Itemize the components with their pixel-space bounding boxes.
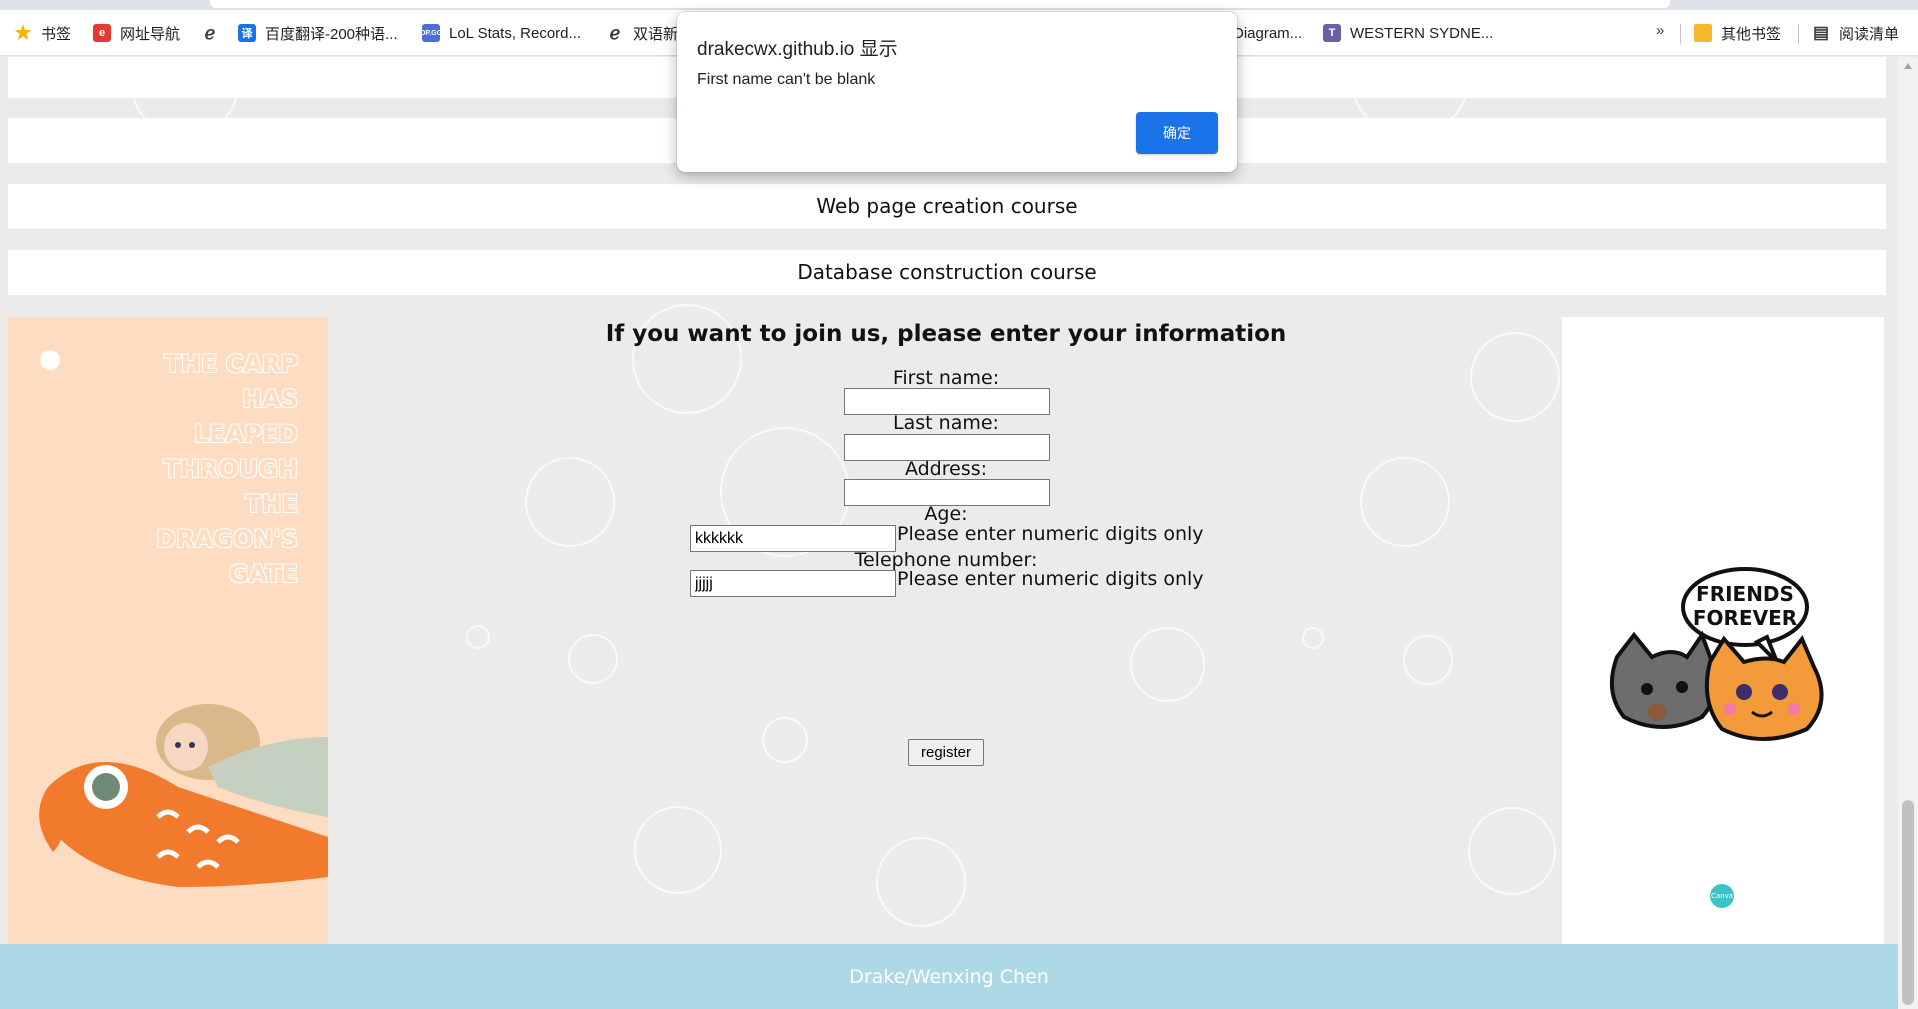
footer-author: Drake/Wenxing Chen	[849, 965, 1049, 988]
address-input[interactable]	[844, 479, 1050, 506]
age-hint: Please enter numeric digits only	[897, 523, 1204, 545]
first-name-label: First name:	[892, 367, 1000, 389]
girl-riding-carp-illustration	[39, 704, 328, 887]
bookmark-item-lol-stats[interactable]: OP.GG LoL Stats, Record...	[420, 22, 581, 44]
vertical-scrollbar[interactable]	[1898, 57, 1918, 1009]
reading-list-icon: ▤	[1812, 23, 1830, 42]
t-icon: T	[1323, 24, 1341, 42]
age-input[interactable]	[690, 525, 896, 552]
register-button[interactable]: register	[908, 739, 984, 766]
translate-icon: 译	[238, 24, 256, 42]
friends-forever-poster: FRIENDS FOREVER Canva	[1562, 317, 1884, 946]
address-bar-edge[interactable]	[210, 0, 1670, 8]
carp-poster-image: THE CARP HAS LEAPED THROUGH THE DRAGON'S…	[8, 317, 328, 946]
telephone-input[interactable]	[690, 570, 896, 597]
bookmark-item-url-nav[interactable]: e 网址导航	[93, 22, 180, 44]
bookmark-item-bilingual[interactable]: ℯ 双语新	[606, 22, 678, 44]
bubble-text: FRIENDS	[1696, 582, 1794, 606]
page-viewport: Web page creation course Database constr…	[0, 57, 1898, 1009]
course-bar-web-page[interactable]: Web page creation course	[8, 184, 1886, 229]
opgg-icon: OP.GG	[420, 24, 442, 42]
form-title: If you want to join us, please enter you…	[605, 321, 1287, 347]
first-name-input[interactable]	[844, 388, 1050, 415]
star-icon: ★	[14, 22, 32, 44]
bookmark-item-western-sydney[interactable]: T WESTERN SYDNE...	[1323, 22, 1493, 44]
bubble-text: FOREVER	[1693, 606, 1797, 630]
bookmark-item-diagram[interactable]: Diagram...	[1233, 22, 1302, 44]
scroll-up-arrow-icon[interactable]	[1904, 63, 1912, 69]
join-form: If you want to join us, please enter you…	[330, 317, 1562, 946]
last-name-label: Last name:	[893, 412, 999, 434]
last-name-input[interactable]	[844, 434, 1050, 461]
two-cats-illustration: FRIENDS FOREVER	[1609, 567, 1824, 741]
bookmark-item-other-bookmarks[interactable]: 其他书签	[1694, 22, 1781, 44]
folder-icon	[1694, 24, 1712, 42]
bookmark-item-ie[interactable]: ℯ	[201, 22, 228, 44]
ie-e-icon: ℯ	[609, 22, 621, 43]
ie-e-icon: ℯ	[204, 22, 216, 43]
alert-title: drakecwx.github.io 显示	[697, 39, 898, 60]
alert-dialog: drakecwx.github.io 显示 First name can't b…	[677, 12, 1237, 172]
alert-message: First name can't be blank	[697, 71, 876, 88]
bookmark-item-bookmarks[interactable]: ★ 书签	[14, 22, 71, 44]
scrollbar-thumb[interactable]	[1902, 800, 1914, 1005]
bookmarks-overflow-chevron[interactable]: »	[1656, 22, 1664, 39]
canva-badge: Canva	[1710, 884, 1734, 908]
page-footer: Drake/Wenxing Chen	[0, 944, 1898, 1009]
address-label: Address:	[904, 458, 988, 480]
course-bar-database[interactable]: Database construction course	[8, 250, 1886, 295]
telephone-hint: Please enter numeric digits only	[897, 568, 1204, 590]
alert-ok-button[interactable]: 确定	[1136, 112, 1218, 154]
bookmarks-divider	[1680, 24, 1681, 44]
age-label: Age:	[924, 503, 968, 525]
bookmarks-divider	[1798, 24, 1799, 44]
browser-tab-strip	[0, 0, 1918, 10]
bookmark-item-baidu-translate[interactable]: 译 百度翻译-200种语...	[238, 22, 398, 44]
red-square-icon: e	[93, 24, 111, 42]
bookmark-item-reading-list[interactable]: ▤ 阅读清单	[1812, 22, 1899, 44]
